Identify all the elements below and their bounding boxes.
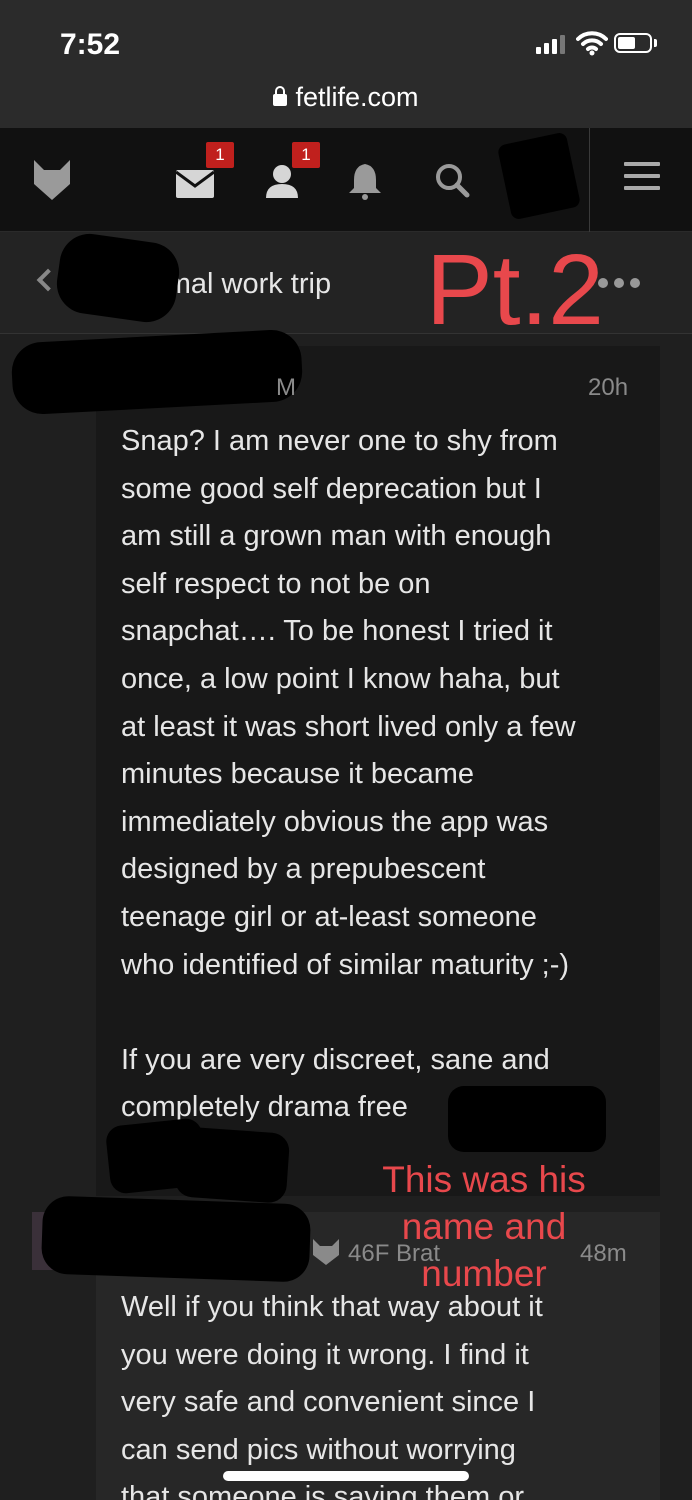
fetlife-badge-icon xyxy=(313,1239,339,1265)
redaction xyxy=(448,1086,606,1152)
redaction xyxy=(173,1126,291,1204)
status-time: 7:52 xyxy=(60,28,121,61)
url-text: fetlife.com xyxy=(295,82,419,112)
top-nav: 1 1 xyxy=(0,128,692,232)
requests-badge: 1 xyxy=(292,142,320,168)
mail-icon[interactable] xyxy=(176,170,214,198)
message-body: Well if you think that way about it you … xyxy=(121,1291,543,1500)
sender-meta: M xyxy=(276,374,296,401)
menu-icon[interactable] xyxy=(624,162,660,198)
status-bar: 7:52 fetlife.com xyxy=(0,0,692,128)
message-body: Snap? I am never one to shy from some go… xyxy=(121,425,576,1124)
messages-badge: 1 xyxy=(206,142,234,168)
redaction xyxy=(40,1195,312,1283)
name-number-annotation: This was his name and number xyxy=(382,1159,586,1294)
bell-icon[interactable] xyxy=(346,162,384,200)
back-arrow-icon[interactable] xyxy=(36,268,60,292)
address-bar[interactable]: fetlife.com xyxy=(0,82,692,113)
pt2-annotation: Pt.2 xyxy=(426,234,604,346)
user-icon[interactable] xyxy=(264,164,300,198)
nav-divider xyxy=(589,128,590,232)
message-time: 20h xyxy=(588,374,629,401)
redacted-avatar xyxy=(496,131,582,221)
fetlife-logo-icon[interactable] xyxy=(32,158,72,202)
home-indicator xyxy=(223,1471,469,1481)
more-options-icon[interactable] xyxy=(598,278,640,288)
signal-icon xyxy=(536,34,565,54)
lock-icon xyxy=(273,86,288,106)
wifi-icon xyxy=(576,31,608,56)
battery-icon xyxy=(614,33,652,53)
redaction xyxy=(10,328,304,416)
search-icon[interactable] xyxy=(434,162,470,198)
